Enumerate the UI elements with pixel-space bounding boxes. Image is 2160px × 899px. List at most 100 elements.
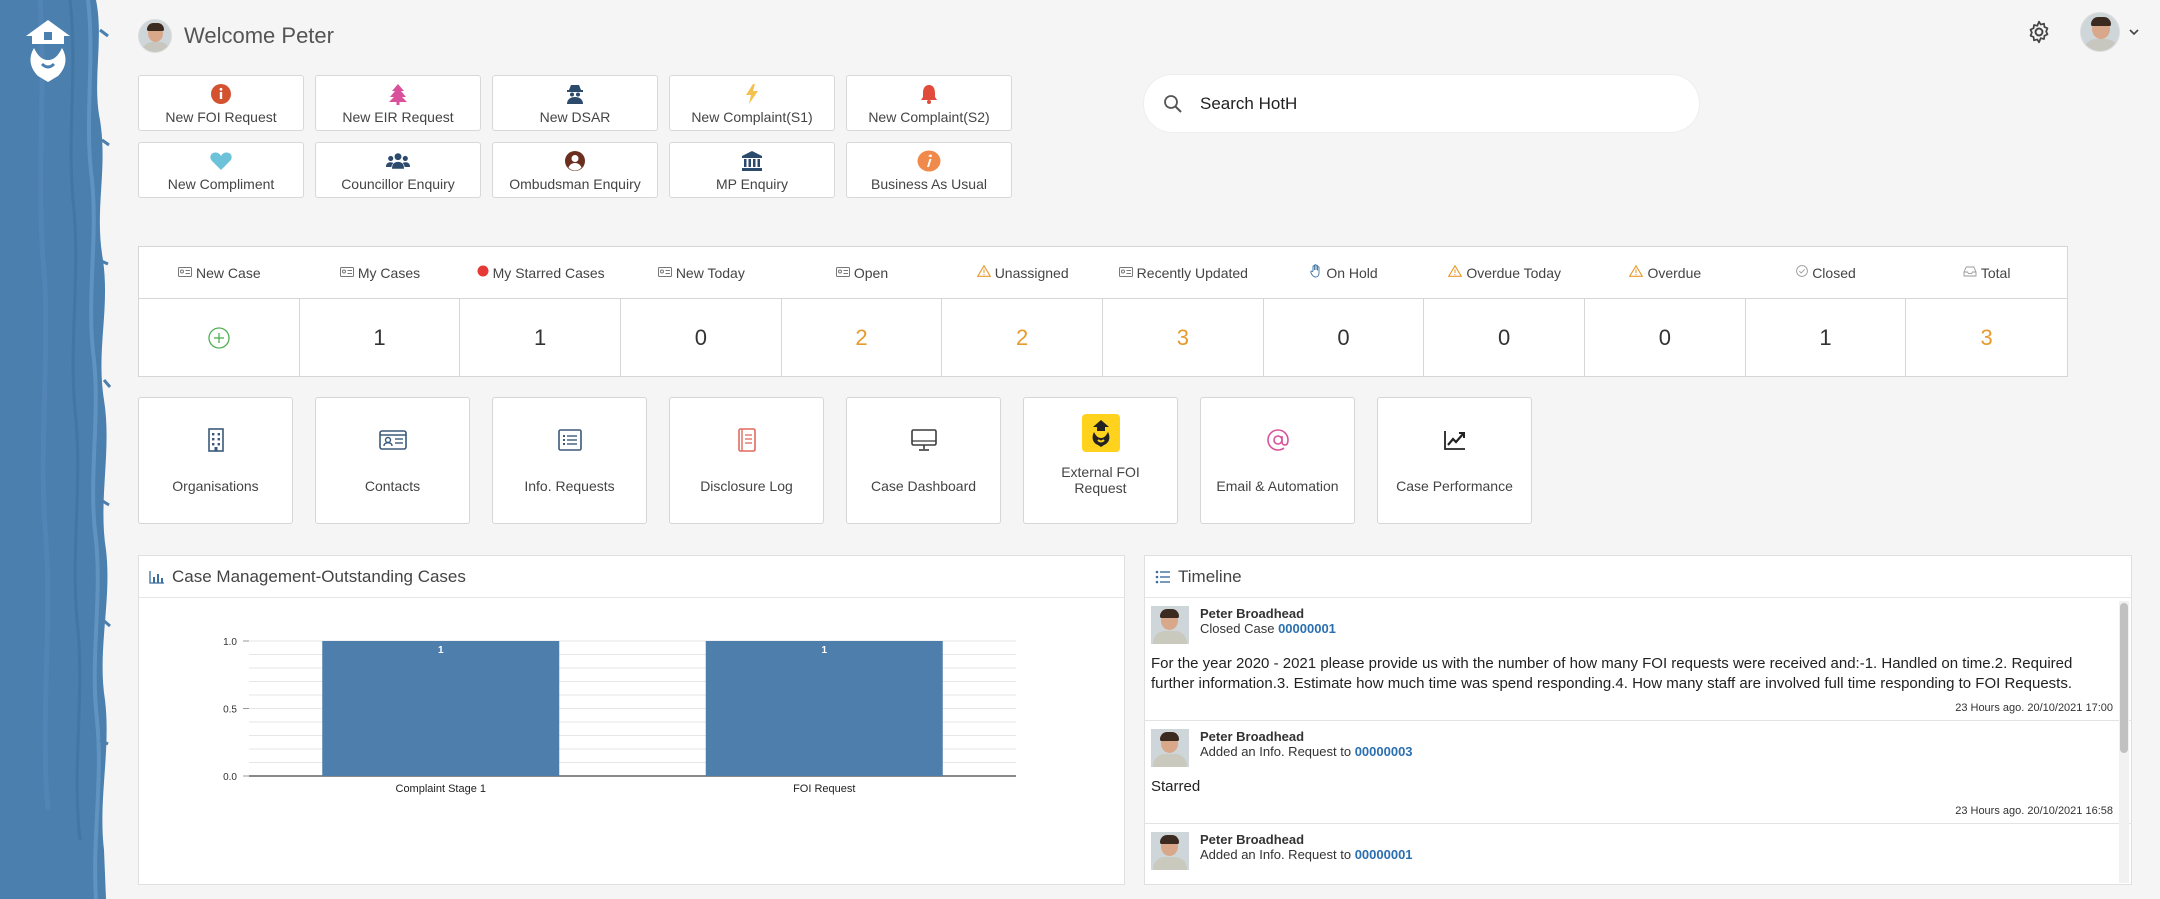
case-link[interactable]: 00000001	[1278, 621, 1336, 636]
chevron-down-icon[interactable]	[2128, 26, 2140, 38]
stats-header-unassigned[interactable]: Unassigned	[942, 247, 1103, 298]
stats-value-closed[interactable]: 1	[1746, 299, 1907, 376]
hoth-logo-icon	[1081, 414, 1120, 452]
stats-header-new-case[interactable]: New Case	[139, 247, 300, 298]
external-foi-request-tile[interactable]: External FOI Request	[1023, 397, 1178, 524]
hoth-logo-icon[interactable]	[20, 18, 76, 84]
tile-label: Email & Automation	[1216, 478, 1339, 494]
email-automation-tile[interactable]: Email & Automation	[1200, 397, 1355, 524]
tile-label: Disclosure Log	[700, 478, 793, 494]
add-circle-icon	[208, 326, 230, 349]
mp-enquiry-button[interactable]: MP Enquiry	[669, 142, 835, 198]
timeline-action: Added an Info. Request to	[1200, 847, 1352, 862]
timeline-list: Peter Broadhead Closed Case 00000001 For…	[1145, 598, 2131, 876]
stats-value-overdue-today[interactable]: 0	[1424, 299, 1585, 376]
timeline-scrollbar[interactable]	[2119, 601, 2129, 883]
info-requests-tile[interactable]: Info. Requests	[492, 397, 647, 524]
contacts-tile[interactable]: Contacts	[315, 397, 470, 524]
stats-header-overdue[interactable]: Overdue	[1585, 247, 1746, 298]
business-as-usual-button[interactable]: Business As Usual	[846, 142, 1012, 198]
tile-label: Info. Requests	[524, 478, 615, 494]
user-secret-icon	[563, 82, 587, 106]
stats-header-recently-updated[interactable]: Recently Updated	[1103, 247, 1264, 298]
brush-background	[0, 0, 112, 899]
stats-header-new-today[interactable]: New Today	[621, 247, 782, 298]
stats-value-on-hold[interactable]: 0	[1264, 299, 1425, 376]
tile-label: Case Performance	[1396, 478, 1513, 494]
warning-icon	[1448, 264, 1463, 280]
bell-icon	[917, 82, 941, 106]
at-icon	[1260, 422, 1296, 458]
timeline-item: Peter Broadhead Closed Case 00000001 For…	[1145, 598, 2131, 721]
timeline-action: Added an Info. Request to	[1200, 744, 1352, 759]
timeline-item: Peter Broadhead Added an Info. Request t…	[1145, 721, 2131, 824]
stats-value-total[interactable]: 3	[1906, 299, 2067, 376]
stats-header-label: On Hold	[1326, 264, 1378, 281]
stats-header-label: Overdue	[1647, 264, 1702, 281]
id-card-icon	[835, 266, 850, 280]
councillor-enquiry-button[interactable]: Councillor Enquiry	[315, 142, 481, 198]
stats-header-my-starred-cases[interactable]: My Starred Cases	[460, 247, 621, 298]
timeline-user: Peter Broadhead	[1200, 606, 1305, 621]
top-right-controls	[2026, 12, 2140, 52]
warning-icon	[1629, 264, 1644, 280]
stats-value-unassigned[interactable]: 2	[942, 299, 1103, 376]
stats-header-my-cases[interactable]: My Cases	[300, 247, 461, 298]
button-label: New Compliment	[167, 176, 275, 192]
stats-value-open[interactable]: 2	[782, 299, 943, 376]
stats-value-recently-updated[interactable]: 3	[1103, 299, 1264, 376]
organisations-tile[interactable]: Organisations	[138, 397, 293, 524]
new-foi-request-button[interactable]: New FOI Request	[138, 75, 304, 131]
new-case-add-button[interactable]	[139, 299, 300, 376]
disclosure-log-tile[interactable]: Disclosure Log	[669, 397, 824, 524]
inbox-icon	[1963, 266, 1977, 280]
x-category-label: Complaint Stage 1	[396, 783, 487, 795]
avatar[interactable]	[138, 19, 172, 53]
stats-header-closed[interactable]: Closed	[1746, 247, 1907, 298]
button-label: New Complaint(S2)	[868, 109, 990, 125]
case-performance-tile[interactable]: Case Performance	[1377, 397, 1532, 524]
new-complaint-s2-button[interactable]: New Complaint(S2)	[846, 75, 1012, 131]
user-circle-icon	[563, 149, 587, 173]
case-dashboard-tile[interactable]: Case Dashboard	[846, 397, 1001, 524]
stats-value-my-cases[interactable]: 1	[300, 299, 461, 376]
scrollbar-thumb[interactable]	[2120, 603, 2128, 753]
user-menu-avatar[interactable]	[2080, 12, 2120, 52]
panel-header: Timeline	[1145, 556, 2131, 598]
timeline-body: For the year 2020 - 2021 please provide …	[1151, 655, 2073, 692]
case-link[interactable]: 00000001	[1355, 847, 1413, 862]
bolt-icon	[740, 82, 764, 106]
stats-header-total[interactable]: Total	[1906, 247, 2067, 298]
outstanding-cases-chart: 0.0 0.5 1.0 1 Complaint Stage 1 1 FOI Request	[223, 637, 1016, 795]
gear-icon[interactable]	[2026, 19, 2052, 45]
timeline-user: Peter Broadhead	[1200, 729, 1305, 744]
case-link[interactable]: 00000003	[1355, 744, 1413, 759]
building-icon	[198, 422, 234, 458]
tree-icon	[386, 82, 410, 106]
book-icon	[729, 422, 765, 458]
new-dsar-button[interactable]: New DSAR	[492, 75, 658, 131]
warning-icon	[976, 264, 991, 280]
search-input[interactable]	[1200, 93, 1660, 114]
id-card-icon	[1118, 266, 1133, 280]
contact-card-icon	[375, 422, 411, 458]
new-eir-request-button[interactable]: New EIR Request	[315, 75, 481, 131]
stats-header-on-hold[interactable]: On Hold	[1264, 247, 1425, 298]
new-compliment-button[interactable]: New Compliment	[138, 142, 304, 198]
line-chart-icon	[1437, 422, 1473, 458]
bar	[705, 641, 943, 776]
ombudsman-enquiry-button[interactable]: Ombudsman Enquiry	[492, 142, 658, 198]
timeline-user: Peter Broadhead	[1200, 832, 1305, 847]
stats-value-my-starred-cases[interactable]: 1	[460, 299, 621, 376]
sidebar	[0, 0, 112, 899]
stats-value-new-today[interactable]: 0	[621, 299, 782, 376]
id-card-icon	[339, 266, 354, 280]
list-icon	[1155, 570, 1170, 583]
stats-value-overdue[interactable]: 0	[1585, 299, 1746, 376]
new-complaint-s1-button[interactable]: New Complaint(S1)	[669, 75, 835, 131]
bar	[322, 641, 560, 776]
stats-header-label: New Case	[196, 264, 261, 281]
welcome-text: Welcome Peter	[184, 23, 334, 48]
stats-header-open[interactable]: Open	[782, 247, 943, 298]
stats-header-overdue-today[interactable]: Overdue Today	[1424, 247, 1585, 298]
